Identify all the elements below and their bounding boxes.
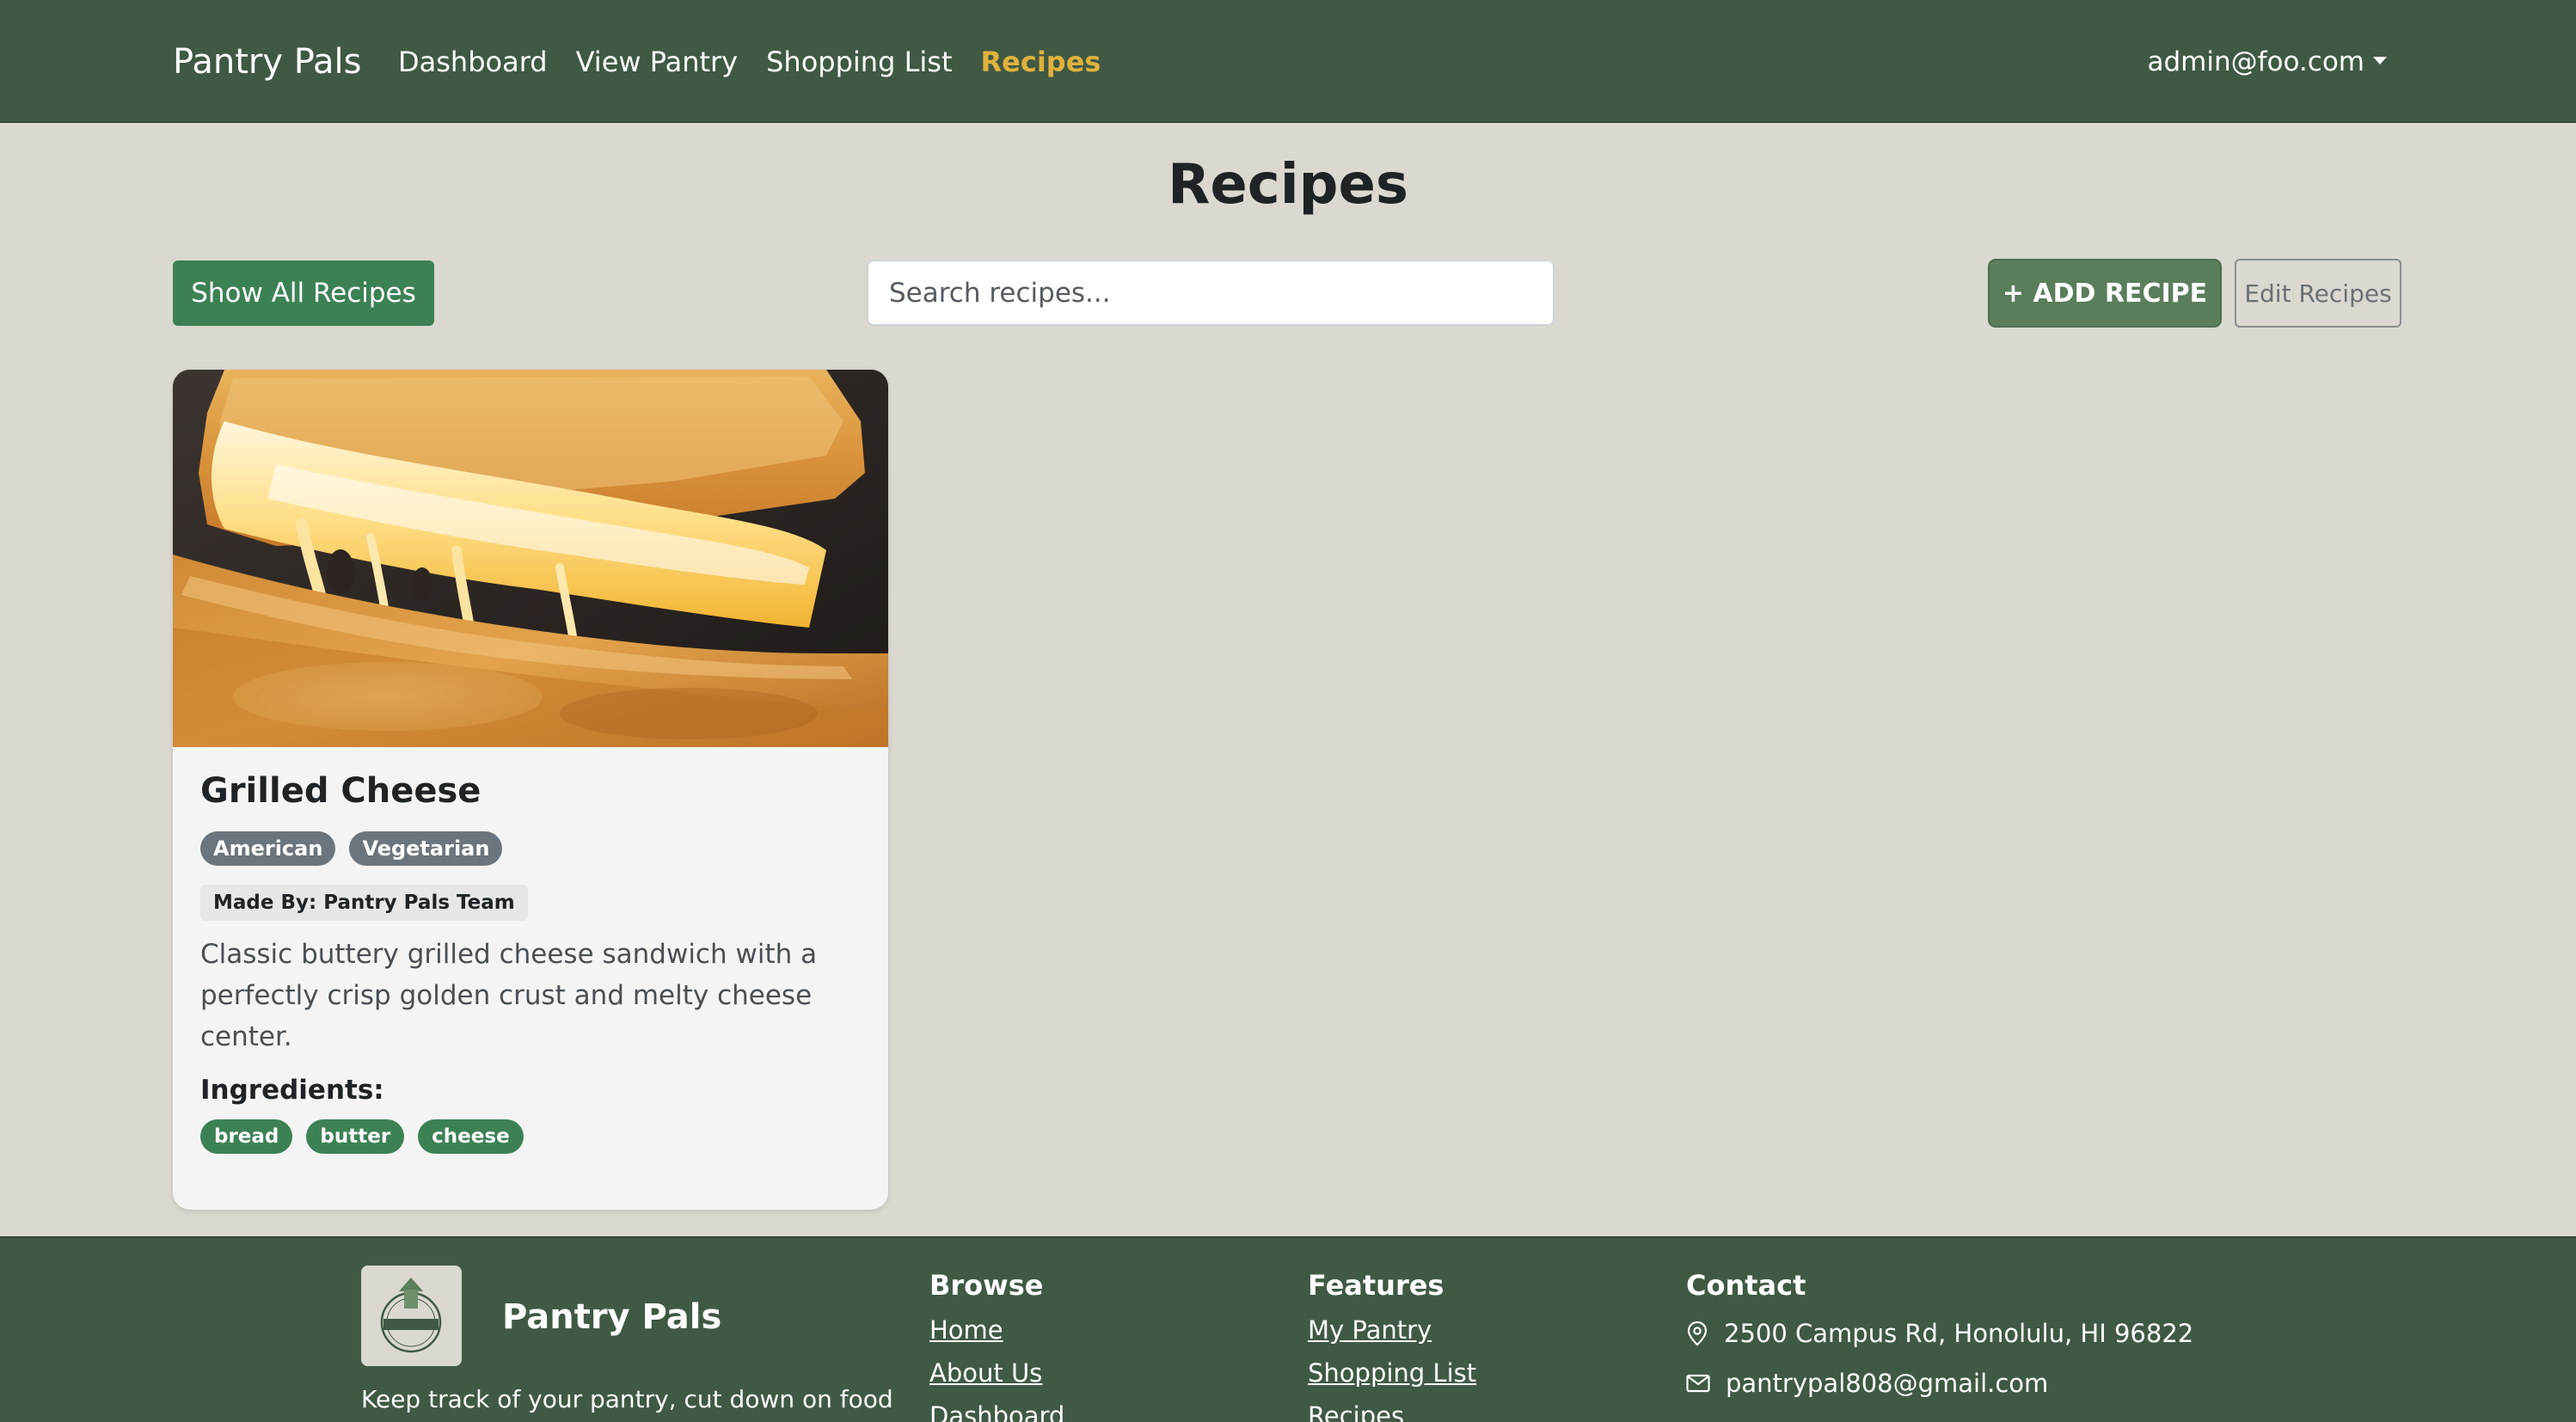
footer-link-about[interactable]: About Us (929, 1352, 1064, 1394)
contact-address-text: 2500 Campus Rd, Honolulu, HI 96822 (1724, 1319, 2194, 1348)
footer-link-dashboard[interactable]: Dashboard (929, 1394, 1064, 1422)
main-nav: Dashboard View Pantry Shopping List Reci… (398, 38, 1129, 86)
caret-down-icon (2373, 56, 2387, 64)
footer-brand: Pantry Pals (502, 1297, 722, 1337)
footer-logo (361, 1266, 462, 1366)
recipe-description: Classic buttery grilled cheese sandwich … (200, 939, 818, 1052)
footer-features-heading: Features (1308, 1269, 1444, 1302)
footer-tagline: Keep track of your pantry, cut down on f… (361, 1385, 893, 1413)
envelope-icon (1686, 1374, 1710, 1393)
footer-contact: Contact 2500 Campus Rd, Honolulu, HI 968… (1686, 1264, 2193, 1408)
contact-email: pantrypal808@gmail.com (1686, 1358, 2193, 1408)
top-navbar: Pantry Pals Dashboard View Pantry Shoppi… (0, 0, 2576, 123)
nav-link-shopping-list[interactable]: Shopping List (766, 38, 952, 86)
recipe-tag: Vegetarian (349, 831, 503, 866)
ingredient-badge: cheese (418, 1119, 524, 1154)
location-pin-icon (1687, 1321, 1708, 1346)
add-recipe-button[interactable]: + ADD RECIPE (1988, 259, 2222, 328)
site-footer: Pantry Pals Keep track of your pantry, c… (0, 1236, 2576, 1422)
recipe-tags: American Vegetarian (200, 831, 503, 866)
edit-recipes-button[interactable]: Edit Recipes (2235, 259, 2401, 328)
footer-contact-heading: Contact (1686, 1269, 1806, 1302)
nav-link-view-pantry[interactable]: View Pantry (576, 38, 739, 86)
footer-browse: Browse Home About Us Dashboard (929, 1264, 1064, 1422)
page-title: Recipes (1168, 153, 1408, 217)
recipe-author-badge: Made By: Pantry Pals Team (200, 885, 528, 921)
ingredients-heading: Ingredients: (200, 1075, 384, 1106)
brand-link[interactable]: Pantry Pals (173, 38, 362, 86)
search-input[interactable] (867, 260, 1555, 326)
recipe-image (173, 370, 888, 747)
nav-link-recipes[interactable]: Recipes (981, 38, 1101, 86)
pantry-pals-logo-icon (361, 1266, 462, 1366)
contact-address: 2500 Campus Rd, Honolulu, HI 96822 (1686, 1309, 2193, 1358)
footer-link-my-pantry[interactable]: My Pantry (1308, 1309, 1476, 1352)
grilled-cheese-photo (173, 370, 888, 747)
ingredient-badge: butter (306, 1119, 405, 1154)
footer-features: Features My Pantry Shopping List Recipes (1308, 1264, 1476, 1422)
user-email: admin@foo.com (2147, 46, 2365, 77)
user-dropdown[interactable]: admin@foo.com (2147, 38, 2387, 86)
nav-link-dashboard[interactable]: Dashboard (398, 38, 548, 86)
footer-link-home[interactable]: Home (929, 1309, 1064, 1352)
footer-browse-heading: Browse (929, 1269, 1044, 1302)
show-all-recipes-button[interactable]: Show All Recipes (173, 260, 434, 326)
ingredient-badge: bread (200, 1119, 293, 1154)
recipe-title: Grilled Cheese (200, 771, 481, 811)
footer-link-recipes[interactable]: Recipes (1308, 1394, 1476, 1422)
contact-email-text: pantrypal808@gmail.com (1726, 1369, 2049, 1398)
ingredient-list: bread butter cheese (200, 1119, 524, 1154)
footer-link-shopping-list[interactable]: Shopping List (1308, 1352, 1476, 1394)
recipe-tag: American (200, 831, 336, 866)
